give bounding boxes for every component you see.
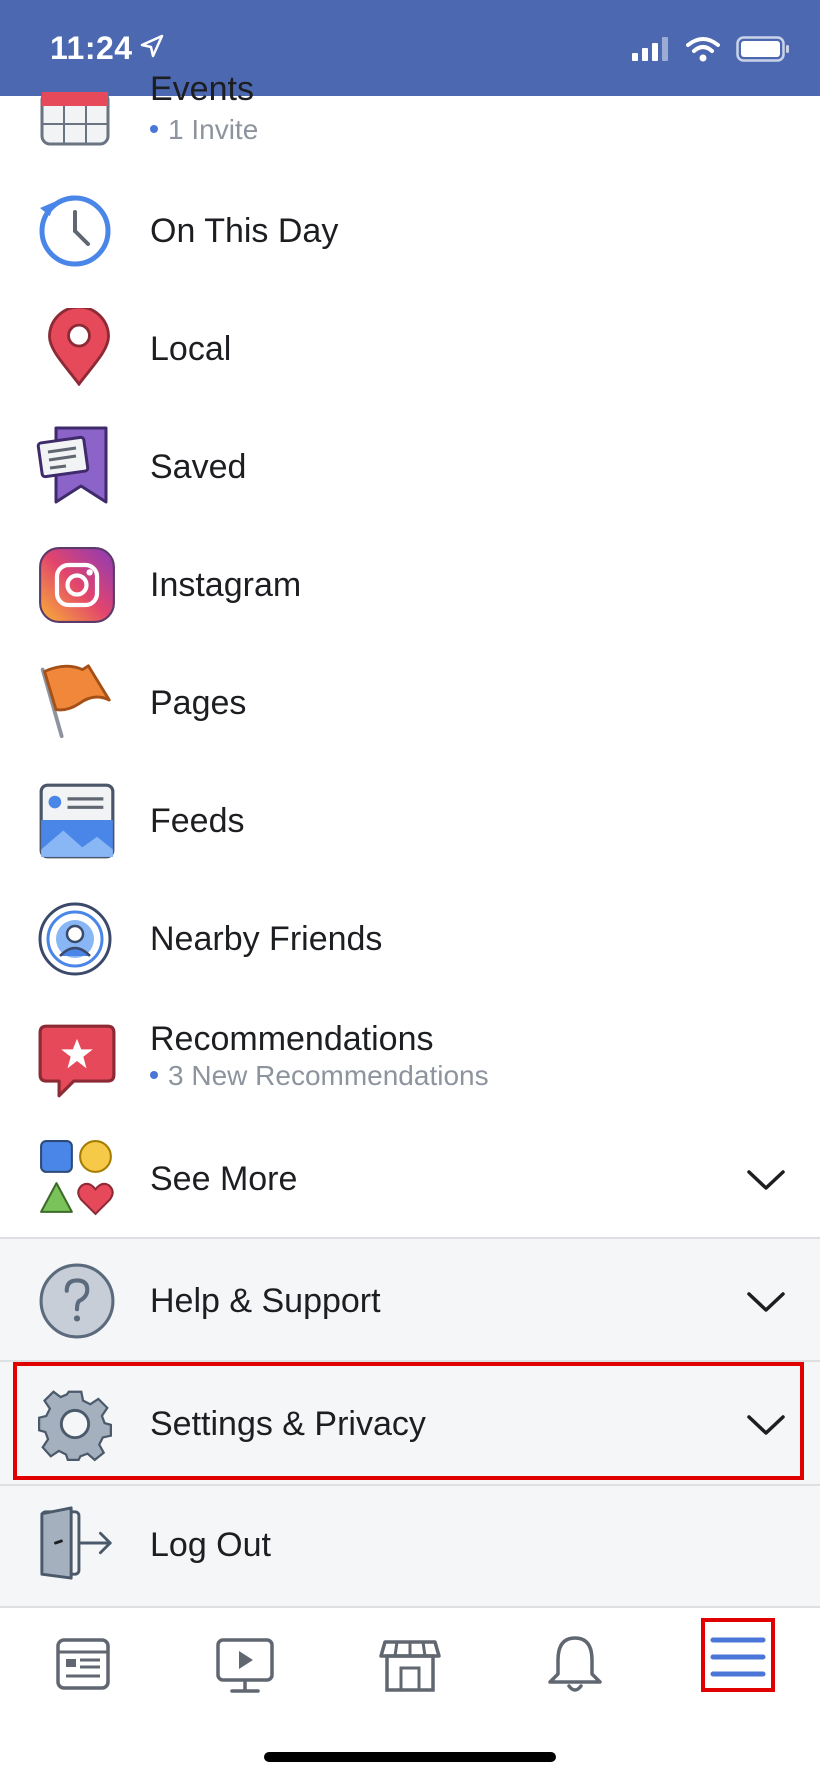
menu-item-label: Events: [150, 70, 254, 104]
menu-item-instagram[interactable]: Instagram: [0, 524, 820, 642]
map-pin-icon: [48, 308, 110, 386]
feeds-icon: [39, 783, 115, 859]
clock-icon: [39, 195, 111, 267]
wifi-icon: [686, 37, 720, 62]
marketplace-icon[interactable]: [375, 1630, 445, 1700]
battery-icon: [736, 36, 789, 62]
menu-item-label: Local: [150, 330, 232, 368]
menu-item-label: Saved: [150, 448, 247, 486]
menu-item-label: Nearby Friends: [150, 920, 383, 958]
menu-item-local[interactable]: Local: [0, 288, 820, 406]
signal-icon: [632, 37, 668, 61]
nearby-friends-icon: [38, 902, 112, 976]
menu-item-log-out[interactable]: Log Out: [0, 1486, 820, 1604]
menu-item-events[interactable]: Events 1 Invite: [0, 70, 820, 152]
log-out-icon: [40, 1506, 112, 1580]
menu-item-label: Recommendations: [150, 1020, 434, 1058]
menu-item-label: Instagram: [150, 566, 302, 604]
instagram-icon: [39, 547, 115, 623]
menu-item-pages[interactable]: Pages: [0, 642, 820, 760]
notifications-icon[interactable]: [540, 1630, 610, 1700]
news-feed-icon[interactable]: [48, 1630, 118, 1700]
menu-item-sublabel: 1 Invite: [150, 114, 258, 146]
menu-item-label: Pages: [150, 684, 247, 722]
home-indicator[interactable]: [264, 1752, 556, 1762]
menu-item-label: See More: [150, 1160, 298, 1198]
shapes-icon: [40, 1140, 114, 1216]
divider: [0, 1237, 820, 1239]
flag-icon: [40, 664, 111, 739]
menu-item-on-this-day[interactable]: On This Day: [0, 170, 820, 288]
bottom-tab-bar: [0, 1606, 820, 1778]
menu-item-label: On This Day: [150, 212, 339, 250]
chevron-down-icon[interactable]: [746, 1290, 786, 1314]
menu-item-see-more[interactable]: See More: [0, 1118, 820, 1236]
menu-item-nearby-friends[interactable]: Nearby Friends: [0, 878, 820, 996]
menu-item-label: Help & Support: [150, 1282, 381, 1320]
menu-item-label: Feeds: [150, 802, 245, 840]
menu-item-help-support[interactable]: Help & Support: [0, 1240, 820, 1358]
menu-item-sublabel: 3 New Recommendations: [150, 1060, 489, 1092]
settings-highlight-box: [13, 1362, 804, 1480]
status-indicators: [632, 36, 790, 62]
help-icon: [39, 1263, 115, 1339]
recommendations-icon: [38, 1024, 116, 1098]
watch-icon[interactable]: [210, 1630, 280, 1700]
chevron-down-icon[interactable]: [746, 1168, 786, 1192]
bookmark-icon: [36, 426, 108, 504]
menu-tab-highlight-box: [701, 1618, 775, 1692]
menu-item-label: Log Out: [150, 1526, 271, 1564]
status-time: 11:24: [50, 30, 133, 66]
menu-item-recommendations[interactable]: Recommendations 3 New Recommendations: [0, 996, 820, 1114]
menu-item-saved[interactable]: Saved: [0, 406, 820, 524]
location-arrow-icon: [140, 34, 164, 58]
menu-item-feeds[interactable]: Feeds: [0, 760, 820, 878]
